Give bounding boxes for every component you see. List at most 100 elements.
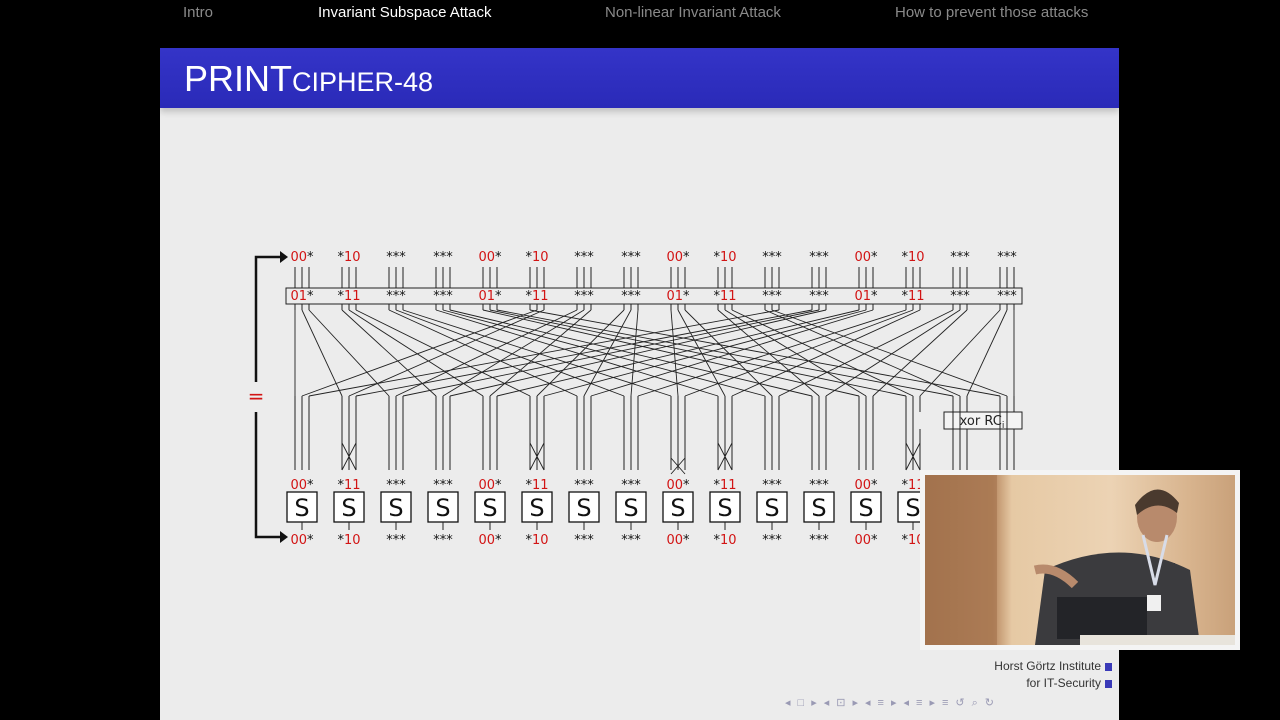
bottom-state-label: 00* xyxy=(478,533,502,548)
sbox-input-label: *** xyxy=(621,478,641,493)
beamer-nav-icon[interactable]: ≡ xyxy=(878,697,885,709)
permutation-wire xyxy=(301,309,538,397)
nav-item-intro[interactable]: Intro xyxy=(183,4,213,21)
top-state-label: *10 xyxy=(901,250,924,265)
nav-item-invariant-subspace-attack[interactable]: Invariant Subspace Attack xyxy=(318,4,491,21)
bottom-state-label: *10 xyxy=(525,533,548,548)
permutation-wire xyxy=(308,309,780,397)
sbox-input-label: 00* xyxy=(290,478,314,493)
bottom-state-label: *** xyxy=(762,533,782,548)
key-state-label: *** xyxy=(762,289,782,304)
bottom-state-label: *** xyxy=(621,533,641,548)
sbox-input-label: *** xyxy=(386,478,406,493)
top-state-label: *** xyxy=(950,250,970,265)
beamer-nav-icon[interactable]: ▸ xyxy=(929,697,936,709)
bottom-state-label: *** xyxy=(809,533,829,548)
key-state-label: *** xyxy=(574,289,594,304)
key-state-label: *** xyxy=(386,289,406,304)
key-state-label: 01* xyxy=(854,289,878,304)
sbox-input-label: *** xyxy=(762,478,782,493)
beamer-nav-icon[interactable]: ▸ xyxy=(811,697,818,709)
top-state-label: *** xyxy=(809,250,829,265)
beamer-nav-icon[interactable]: ↺ xyxy=(955,697,965,709)
bottom-state-label: *** xyxy=(433,533,453,548)
beamer-nav-icon[interactable]: ↻ xyxy=(985,697,995,709)
key-state-label: *** xyxy=(950,289,970,304)
key-state-label: *11 xyxy=(525,289,548,304)
bottom-state-label: *** xyxy=(386,533,406,548)
top-state-label: *** xyxy=(386,250,406,265)
permutation-wire xyxy=(825,309,961,397)
beamer-nav-icon[interactable]: ⊡ xyxy=(836,697,846,709)
logo-square-icon xyxy=(1105,663,1112,671)
sbox-input-label: *11 xyxy=(337,478,360,493)
sbox-input-label: *11 xyxy=(713,478,736,493)
sbox-input-label: 00* xyxy=(666,478,690,493)
key-state-label: 01* xyxy=(478,289,502,304)
beamer-nav-icon[interactable]: ◂ xyxy=(824,697,831,709)
permutation-wire xyxy=(731,309,921,397)
key-state-label: *11 xyxy=(337,289,360,304)
equal-sign: = xyxy=(248,384,265,408)
sbox-input-label: *** xyxy=(809,478,829,493)
beamer-nav-icon[interactable]: ▸ xyxy=(852,697,859,709)
sbox-label: S xyxy=(435,494,450,522)
key-state-label: *** xyxy=(621,289,641,304)
top-state-label: *10 xyxy=(525,250,548,265)
beamer-nav-icon[interactable]: ◂ xyxy=(785,697,792,709)
sbox-label: S xyxy=(670,494,685,522)
permutation-wire xyxy=(449,309,827,397)
sbox-label: S xyxy=(576,494,591,522)
top-state-label: 00* xyxy=(478,250,502,265)
sbox-label: S xyxy=(341,494,356,522)
speaker-video xyxy=(920,470,1240,650)
key-state-label: *11 xyxy=(901,289,924,304)
sbox-label: S xyxy=(717,494,732,522)
beamer-nav-icon[interactable]: ▸ xyxy=(891,697,898,709)
sbox-input-label: *** xyxy=(574,478,594,493)
permutation-wire xyxy=(543,309,867,397)
top-state-label: 00* xyxy=(854,250,878,265)
institute-logo: Horst Görtz Institute for IT-Security xyxy=(994,658,1112,692)
top-state-label: *** xyxy=(762,250,782,265)
beamer-nav-icon[interactable]: ≡ xyxy=(916,697,923,709)
key-state-label: *** xyxy=(997,289,1017,304)
beamer-nav-icon[interactable]: ⌕ xyxy=(972,697,979,709)
beamer-nav-icon[interactable]: ≡ xyxy=(942,697,949,709)
sbox-label: S xyxy=(482,494,497,522)
key-state-label: *11 xyxy=(713,289,736,304)
logo-square-icon xyxy=(1105,680,1112,688)
permutation-wire xyxy=(355,309,813,397)
key-state-label: 01* xyxy=(290,289,314,304)
sbox-label: S xyxy=(811,494,826,522)
permutation-wire xyxy=(872,309,968,397)
nav-item-prevent-attacks[interactable]: How to prevent those attacks xyxy=(895,4,1088,21)
top-state-label: *** xyxy=(433,250,453,265)
speaker-figure xyxy=(925,475,1235,645)
top-state-label: *10 xyxy=(337,250,360,265)
beamer-nav-icon[interactable]: ◂ xyxy=(865,697,872,709)
sbox-input-label: *11 xyxy=(525,478,548,493)
permutation-wire xyxy=(764,309,961,397)
sbox-input-label: 00* xyxy=(478,478,502,493)
permutation-wire xyxy=(919,309,1001,397)
beamer-nav-icon[interactable]: □ xyxy=(798,697,806,709)
permutation-wire xyxy=(348,309,484,397)
sbox-input-label: 00* xyxy=(854,478,878,493)
sbox-label: S xyxy=(858,494,873,522)
bottom-state-label: 00* xyxy=(290,533,314,548)
key-state-label: *** xyxy=(433,289,453,304)
permutation-wire xyxy=(395,309,625,397)
sbox-input-label: *** xyxy=(433,478,453,493)
institute-line-2: for IT-Security xyxy=(1026,676,1101,690)
sbox-label: S xyxy=(294,494,309,522)
nav-item-non-linear-invariant-attack[interactable]: Non-linear Invariant Attack xyxy=(605,4,781,21)
sbox-label: S xyxy=(905,494,920,522)
bottom-state-label: *10 xyxy=(337,533,360,548)
permutation-wire xyxy=(529,309,1001,397)
top-state-label: 00* xyxy=(666,250,690,265)
permutation-wire xyxy=(590,309,874,397)
beamer-nav-icon[interactable]: ◂ xyxy=(903,697,910,709)
permutation-wire xyxy=(496,309,954,397)
permutation-wire xyxy=(482,309,860,397)
